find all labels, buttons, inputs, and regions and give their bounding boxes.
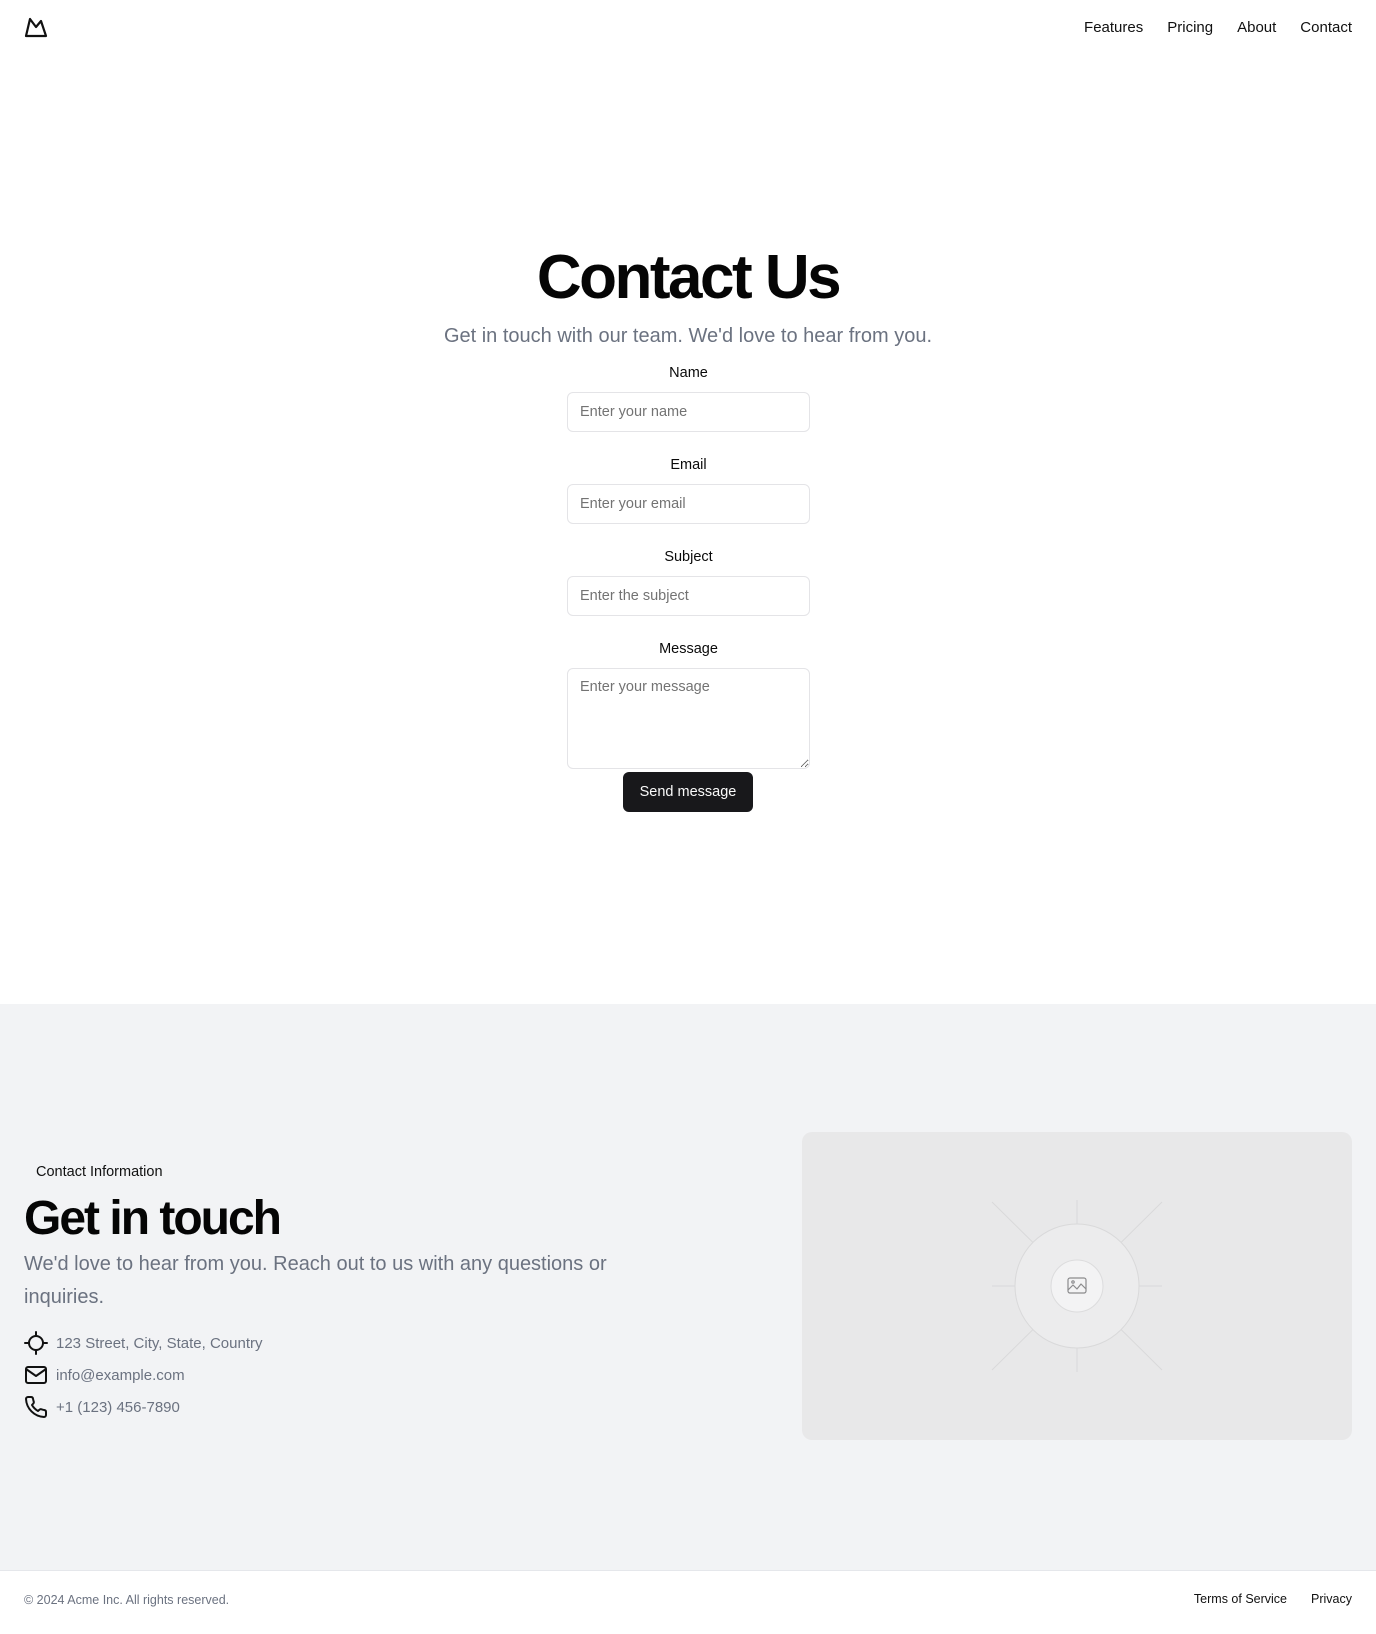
contact-form: Name Email Subject Message bbox=[567, 362, 810, 769]
contact-info-tag: Contact Information bbox=[24, 1158, 175, 1186]
phone-item: +1 (123) 456-7890 bbox=[24, 1391, 262, 1423]
footer-link-terms[interactable]: Terms of Service bbox=[1194, 1592, 1287, 1606]
phone-icon bbox=[25, 1396, 47, 1418]
site-header: Features Pricing About Contact bbox=[0, 0, 1376, 56]
email-item: info@example.com bbox=[24, 1359, 262, 1391]
email-text[interactable]: info@example.com bbox=[56, 1367, 185, 1384]
page-subtitle: Get in touch with our team. We'd love to… bbox=[443, 325, 933, 347]
nav-pricing[interactable]: Pricing bbox=[1167, 17, 1213, 39]
info-title: Get in touch bbox=[24, 1192, 282, 1245]
footer-nav: Terms of Service Privacy bbox=[1194, 1592, 1352, 1606]
map-image-placeholder bbox=[802, 1132, 1352, 1440]
nav-about[interactable]: About bbox=[1237, 17, 1276, 39]
email-label: Email bbox=[670, 457, 707, 473]
email-input[interactable] bbox=[567, 484, 810, 524]
page-title: Contact Us bbox=[536, 243, 842, 312]
main-nav: Features Pricing About Contact bbox=[1084, 17, 1352, 39]
copyright-text: © 2024 Acme Inc. All rights reserved. bbox=[24, 1593, 230, 1607]
contact-info-section: Contact Information Get in touch We'd lo… bbox=[0, 1004, 1376, 1570]
name-label: Name bbox=[669, 365, 708, 381]
contact-details-list: 123 Street, City, State, Country info@ex… bbox=[24, 1327, 262, 1423]
site-footer: © 2024 Acme Inc. All rights reserved. Te… bbox=[0, 1570, 1376, 1634]
name-input[interactable] bbox=[567, 392, 810, 432]
mail-icon bbox=[25, 1366, 47, 1384]
nav-contact[interactable]: Contact bbox=[1300, 17, 1352, 39]
info-description: We'd love to hear from you. Reach out to… bbox=[24, 1253, 607, 1308]
subject-label: Subject bbox=[664, 549, 713, 565]
subject-input[interactable] bbox=[567, 576, 810, 616]
nav-features[interactable]: Features bbox=[1084, 17, 1143, 39]
phone-text[interactable]: +1 (123) 456-7890 bbox=[56, 1399, 180, 1416]
footer-link-privacy[interactable]: Privacy bbox=[1311, 1592, 1352, 1606]
message-textarea[interactable] bbox=[567, 668, 810, 769]
mountain-logo-icon bbox=[24, 17, 48, 38]
image-placeholder-graphic bbox=[991, 1200, 1163, 1372]
address-item: 123 Street, City, State, Country bbox=[24, 1327, 262, 1359]
hero-section: Contact Us Get in touch with our team. W… bbox=[0, 240, 1376, 350]
address-text: 123 Street, City, State, Country bbox=[56, 1334, 263, 1352]
send-message-button[interactable]: Send message bbox=[623, 772, 753, 812]
location-crosshair-icon bbox=[24, 1331, 48, 1355]
message-label: Message bbox=[659, 641, 718, 657]
